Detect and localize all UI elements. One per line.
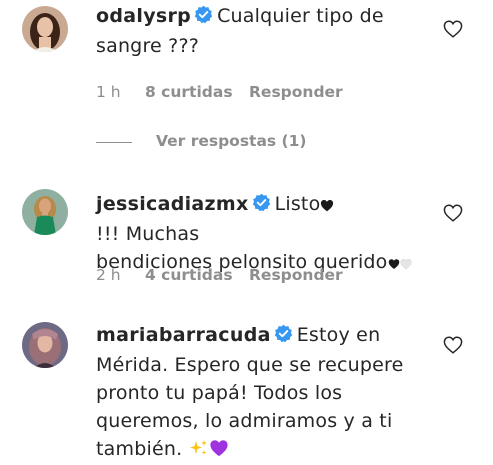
comment-text-middle: !!! Muchas [96,223,200,245]
avatar-odalysrp[interactable] [22,6,68,52]
comment-text-jessicadiazmx: jessicadiazmx Listo !!! Muchas bendicione… [96,190,426,278]
timestamp[interactable]: 2 h [96,266,121,284]
reply-button[interactable]: Responder [249,83,343,101]
comment-line-4: queremos, lo admiramos y a ti [96,410,393,432]
replies-divider [96,142,132,143]
white-heart-emoji [400,250,412,278]
comment-line-5: también. [96,438,183,460]
like-heart-icon[interactable] [443,336,465,356]
comment-line-1: Cualquier tipo de [217,5,384,27]
avatar-mariabarracuda[interactable] [22,322,68,368]
comment-line-1: Estoy en [296,324,381,346]
sparkles-emoji [189,437,209,465]
comment-line-2: sangre ??? [96,35,200,57]
verified-badge-icon [274,323,293,351]
like-heart-icon[interactable] [443,20,465,40]
black-heart-emoji [388,250,400,278]
verified-badge-icon [252,192,271,220]
username-jessicadiazmx[interactable]: jessicadiazmx [96,193,249,215]
verified-badge-icon [194,4,213,32]
comment-line-3: pronto tu papá! Todos los [96,382,343,404]
timestamp[interactable]: 1 h [96,83,121,101]
avatar-jessicadiazmx[interactable] [22,189,68,235]
username-odalysrp[interactable]: odalysrp [96,5,191,27]
comment-line-2: Mérida. Espero que se recupere [96,354,404,376]
comment-text-start: Listo [274,193,321,215]
likes-count[interactable]: 8 curtidas [145,83,233,101]
black-heart-emoji [320,192,334,220]
comment-text-odalysrp: odalysrp Cualquier tipo de sangre ??? [96,2,426,60]
likes-count[interactable]: 4 curtidas [145,266,233,284]
like-heart-icon[interactable] [443,204,465,224]
view-replies-label[interactable]: Ver respostas (1) [156,132,307,150]
comment-text-mariabarracuda: mariabarracuda Estoy en Mérida. Espero qu… [96,321,436,465]
reply-button[interactable]: Responder [249,266,343,284]
purple-heart-emoji [209,437,229,465]
username-mariabarracuda[interactable]: mariabarracuda [96,324,271,346]
comment-line-2: bendiciones pelonsito querido [96,251,388,273]
